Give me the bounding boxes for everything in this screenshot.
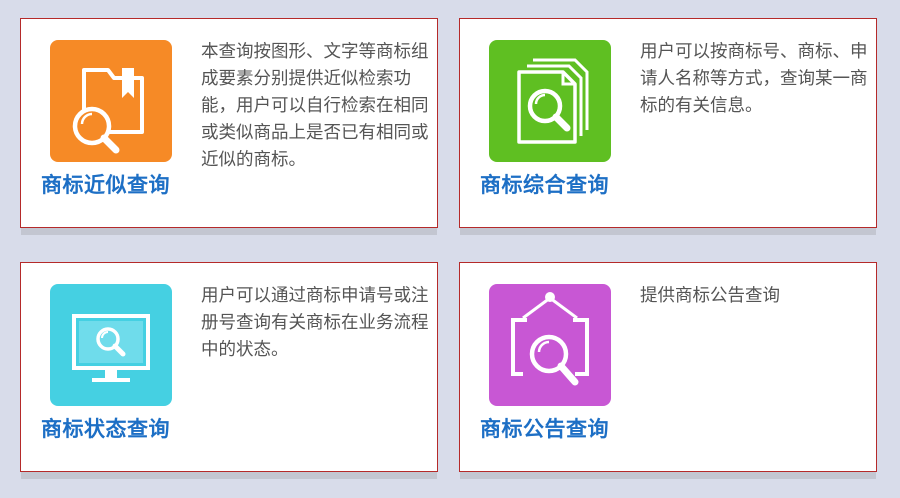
monitor-search-icon[interactable] (50, 284, 172, 406)
card-description: 提供商标公告查询 (640, 286, 780, 306)
card-announcement-search[interactable]: 商标公告查询 提供商标公告查询 (459, 262, 877, 472)
card-title[interactable]: 商标综合查询 (480, 169, 609, 199)
card-similar-search[interactable]: 商标近似查询 本查询按图形、文字等商标组成要素分别提供近似检索功能，用户可以自行… (20, 18, 438, 228)
card-description: 用户可以按商标号、商标、申请人名称等方式，查询某一商标的有关信息。 (640, 42, 868, 116)
documents-search-icon[interactable] (489, 40, 611, 162)
card-description: 用户可以通过商标申请号或注册号查询有关商标在业务流程中的状态。 (201, 286, 429, 360)
card-title[interactable]: 商标近似查询 (41, 169, 170, 199)
folder-search-icon[interactable] (50, 40, 172, 162)
card-title[interactable]: 商标公告查询 (480, 413, 609, 443)
card-description: 本查询按图形、文字等商标组成要素分别提供近似检索功能，用户可以自行检索在相同或类… (201, 42, 429, 170)
card-title[interactable]: 商标状态查询 (41, 413, 170, 443)
card-comprehensive-search[interactable]: 商标综合查询 用户可以按商标号、商标、申请人名称等方式，查询某一商标的有关信息。 (459, 18, 877, 228)
card-status-search[interactable]: 商标状态查询 用户可以通过商标申请号或注册号查询有关商标在业务流程中的状态。 (20, 262, 438, 472)
notice-board-search-icon[interactable] (489, 284, 611, 406)
